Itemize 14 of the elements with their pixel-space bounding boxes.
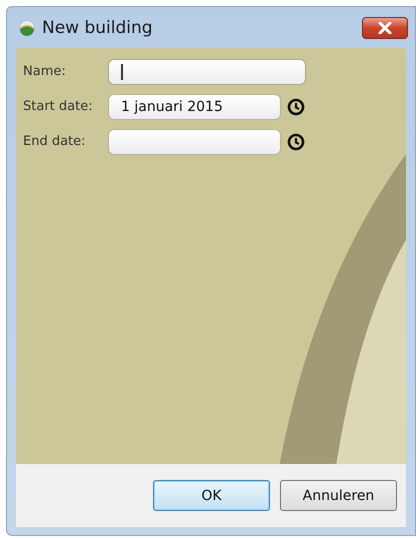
cancel-button[interactable]: Annuleren <box>280 480 397 511</box>
close-icon <box>378 22 392 34</box>
close-button[interactable] <box>362 16 408 38</box>
field-label: Start date: <box>23 99 94 114</box>
clock-icon[interactable] <box>287 98 305 116</box>
window-title: New building <box>42 18 153 38</box>
date-field[interactable]: 1 januari 2015 <box>108 94 281 120</box>
clock-icon[interactable] <box>287 132 305 150</box>
app-icon <box>19 20 35 36</box>
date-field[interactable] <box>108 128 281 154</box>
field-label: End date: <box>23 134 87 149</box>
ok-button[interactable]: OK <box>153 480 270 511</box>
field-label: Name: <box>23 64 67 79</box>
input-field[interactable] <box>108 58 306 84</box>
